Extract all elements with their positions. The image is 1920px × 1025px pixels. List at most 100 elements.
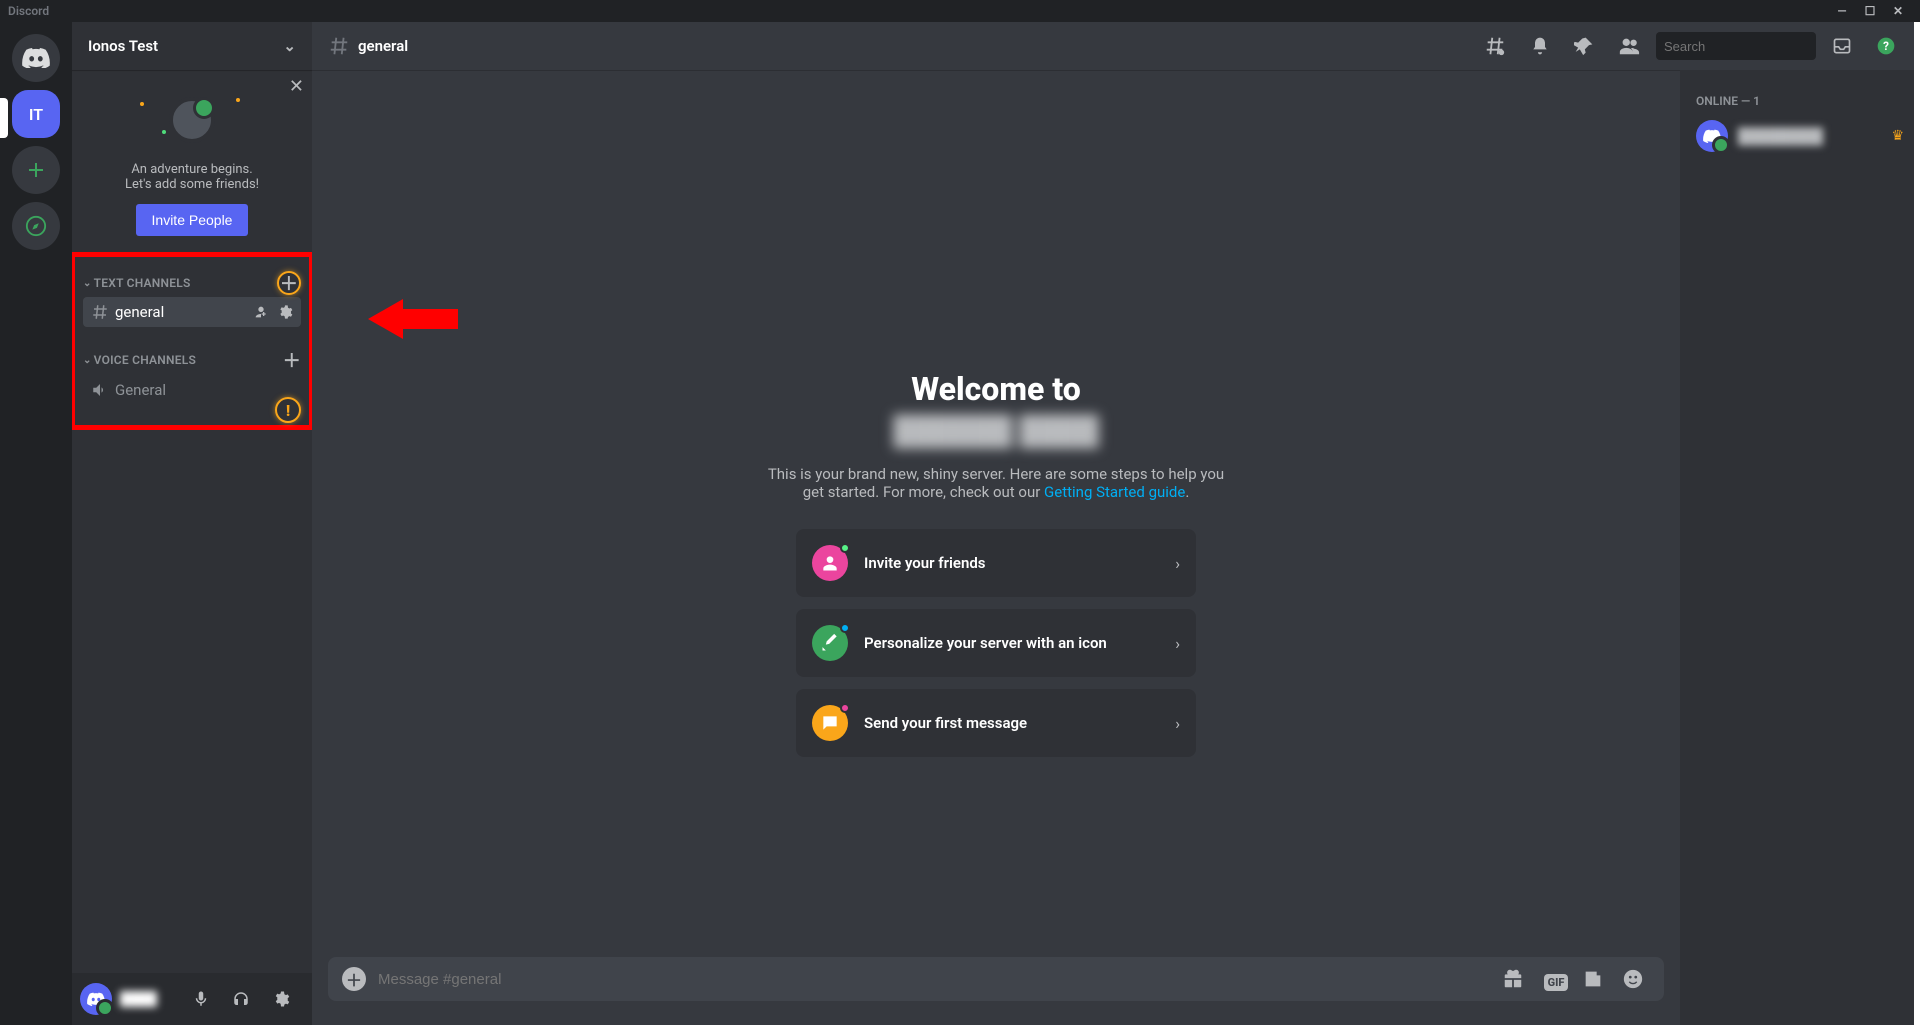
attach-file-button[interactable]: ＋: [342, 967, 366, 991]
discord-logo-icon: [87, 992, 105, 1006]
voice-channel-general[interactable]: General: [83, 375, 301, 405]
pinned-messages-button[interactable]: [1566, 36, 1602, 56]
self-username: ████: [120, 991, 184, 1007]
sticker-icon: [1582, 968, 1604, 990]
invite-illustration: [132, 90, 252, 150]
search-input[interactable]: [1664, 39, 1840, 54]
add-server-button[interactable]: [12, 146, 60, 194]
getting-started-link[interactable]: Getting Started guide: [1044, 483, 1185, 501]
pin-icon: [1574, 36, 1594, 56]
invite-friends-icon: [812, 545, 848, 581]
search-box[interactable]: [1656, 32, 1816, 60]
invite-card-line2: Let's add some friends!: [88, 177, 296, 192]
voice-channels-category[interactable]: ⌄ Voice Channels ＋: [75, 339, 309, 373]
main-column: general ?: [312, 22, 1920, 1025]
server-item-ionos-test[interactable]: IT: [12, 90, 60, 138]
speaker-icon: [91, 381, 109, 399]
voice-channels-label: Voice Channels: [94, 353, 196, 367]
people-icon: [1618, 35, 1640, 57]
page-right-border: [1914, 22, 1920, 1025]
deafen-button[interactable]: [232, 990, 264, 1008]
mute-mic-button[interactable]: [192, 990, 224, 1008]
window-maximize-button[interactable]: ☐: [1856, 0, 1884, 22]
server-rail: IT: [0, 22, 72, 1025]
card-label: Personalize your server with an icon: [864, 634, 1159, 652]
chevron-right-icon: ›: [1175, 554, 1180, 573]
notifications-button[interactable]: [1522, 36, 1558, 56]
create-text-channel-button[interactable]: ＋: [277, 271, 301, 295]
welcome-card-personalize[interactable]: Personalize your server with an icon ›: [796, 609, 1196, 677]
gear-icon[interactable]: [277, 304, 293, 320]
first-message-icon: [812, 705, 848, 741]
message-input[interactable]: [378, 971, 1490, 988]
channel-name: General: [115, 381, 166, 399]
mic-icon: [192, 990, 210, 1008]
welcome-card-invite-friends[interactable]: Invite your friends ›: [796, 529, 1196, 597]
welcome-server-name: ██████ ████: [893, 414, 1098, 447]
hash-icon: [328, 35, 350, 57]
channel-list: ⌄ Text Channels ＋ general ⌄ Vo: [72, 252, 312, 973]
server-initials: IT: [29, 105, 43, 124]
threads-icon: [1484, 35, 1506, 57]
chat-main: Welcome to ██████ ████ This is your bran…: [312, 70, 1680, 1025]
window-minimize-button[interactable]: —: [1828, 0, 1856, 22]
card-label: Send your first message: [864, 714, 1159, 732]
create-invite-icon[interactable]: [253, 304, 269, 320]
chevron-right-icon: ›: [1175, 714, 1180, 733]
create-voice-channel-button[interactable]: ＋: [283, 347, 301, 373]
member-name: ████████: [1738, 127, 1881, 145]
chevron-down-icon: ⌄: [83, 355, 92, 366]
card-label: Invite your friends: [864, 554, 1159, 572]
home-button[interactable]: [12, 34, 60, 82]
plus-icon: [26, 160, 46, 180]
channel-name: general: [115, 303, 164, 321]
invite-card-line1: An adventure begins.: [88, 162, 296, 177]
discord-logo-icon: [1703, 129, 1721, 143]
help-icon: ?: [1876, 36, 1896, 56]
text-channels-category[interactable]: ⌄ Text Channels ＋: [75, 263, 309, 295]
online-header: Online — 1: [1688, 86, 1912, 116]
explore-servers-button[interactable]: [12, 202, 60, 250]
gift-icon: [1502, 968, 1524, 990]
welcome-card-first-message[interactable]: Send your first message ›: [796, 689, 1196, 757]
server-header[interactable]: Ionos Test ⌄: [72, 22, 312, 70]
invite-friends-card: ✕ An adventure begins. Let's add some fr…: [72, 70, 312, 252]
headphones-icon: [232, 990, 250, 1008]
hash-icon: [91, 303, 109, 321]
threads-button[interactable]: [1476, 35, 1514, 57]
chevron-down-icon: ⌄: [83, 278, 92, 289]
gift-button[interactable]: [1502, 968, 1530, 990]
inbox-button[interactable]: [1824, 36, 1860, 56]
close-invite-card-button[interactable]: ✕: [289, 76, 304, 97]
invite-people-button[interactable]: Invite People: [136, 204, 249, 236]
annotation-circle: ＋: [277, 271, 301, 295]
discord-logo-icon: [22, 48, 50, 68]
channel-name-header: general: [358, 37, 408, 55]
chevron-right-icon: ›: [1175, 634, 1180, 653]
inbox-icon: [1832, 36, 1852, 56]
emoji-button[interactable]: [1622, 968, 1650, 990]
channel-header: general ?: [312, 22, 1920, 70]
gif-button[interactable]: GIF: [1542, 967, 1570, 991]
gif-icon: GIF: [1544, 974, 1569, 991]
chevron-down-icon: ⌄: [283, 37, 296, 55]
member-list-toggle[interactable]: [1610, 35, 1648, 57]
welcome-title: Welcome to: [911, 370, 1081, 408]
personalize-icon: [812, 625, 848, 661]
server-owner-crown-icon: ♛: [1891, 128, 1904, 144]
gear-icon: [272, 990, 290, 1008]
text-channels-label: Text Channels: [94, 276, 191, 290]
help-button[interactable]: ?: [1868, 36, 1904, 56]
member-row[interactable]: ████████ ♛: [1688, 116, 1912, 156]
welcome-description: This is your brand new, shiny server. He…: [756, 465, 1236, 501]
message-compose-box: ＋ GIF: [328, 957, 1664, 1001]
emoji-icon: [1622, 968, 1644, 990]
svg-text:?: ?: [1883, 39, 1889, 53]
self-avatar[interactable]: [80, 983, 112, 1015]
app-title: Discord: [8, 4, 49, 18]
window-close-button[interactable]: ✕: [1884, 0, 1912, 22]
sticker-button[interactable]: [1582, 968, 1610, 990]
compass-icon: [25, 215, 47, 237]
text-channel-general[interactable]: general: [83, 297, 301, 327]
user-settings-button[interactable]: [272, 990, 304, 1008]
